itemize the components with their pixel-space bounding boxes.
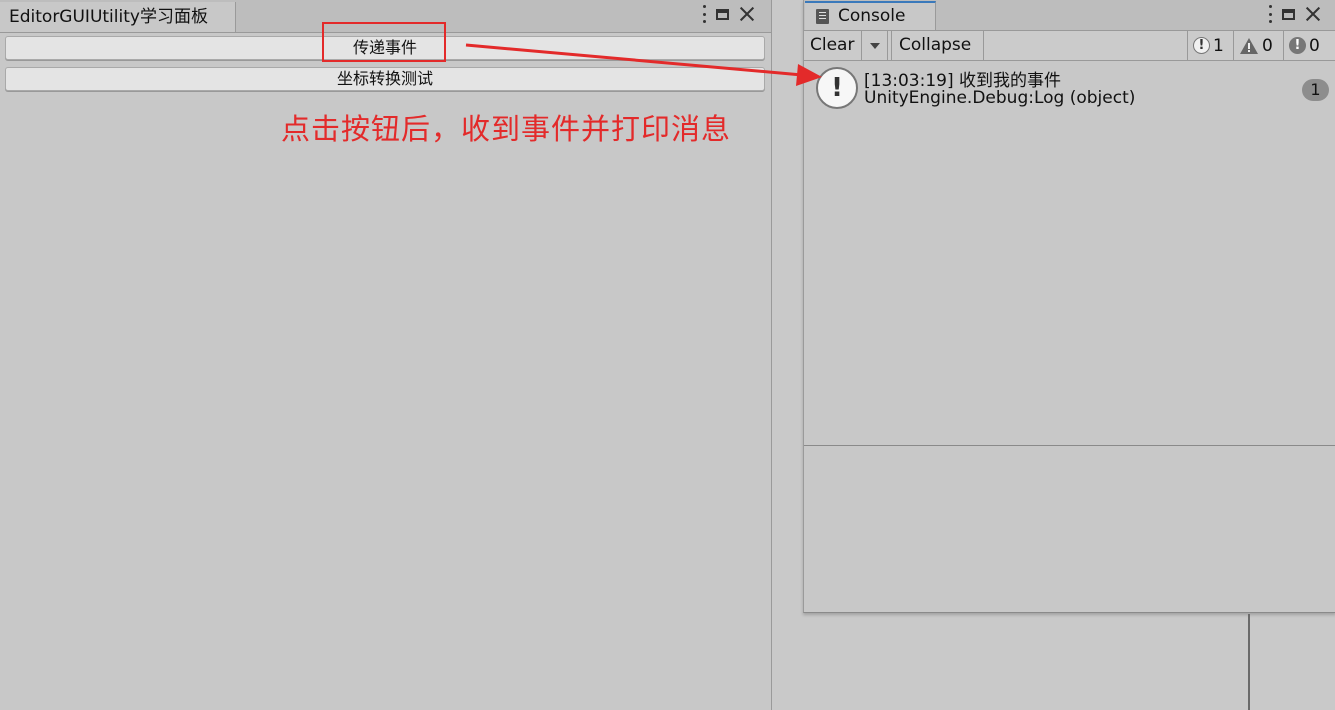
error-count: 0	[1309, 35, 1320, 56]
info-icon: !	[1193, 37, 1210, 54]
error-filter-toggle[interactable]: ! 0	[1283, 31, 1335, 60]
more-options-icon[interactable]	[702, 5, 706, 23]
maximize-icon[interactable]	[1282, 8, 1295, 20]
console-toolbar: Clear Collapse ! 1 0 ! 0	[804, 30, 1335, 61]
clear-button[interactable]: Clear	[804, 31, 862, 60]
window-tab[interactable]: EditorGUIUtility学习面板	[0, 2, 236, 32]
log-list: ! [13:03:19] 收到我的事件 UnityEngine.Debug:Lo…	[804, 62, 1335, 445]
console-tab-label: Console	[838, 6, 906, 26]
console-tab-bar: Console	[804, 0, 1335, 30]
console-window: Console Clear Collapse ! 1 0 ! 0 ! [13:0…	[803, 0, 1335, 613]
info-filter-toggle[interactable]: ! 1	[1187, 31, 1233, 60]
maximize-icon[interactable]	[716, 8, 729, 20]
clear-options-dropdown[interactable]	[862, 31, 888, 60]
window-controls	[702, 5, 755, 23]
log-stack-trace: UnityEngine.Debug:Log (object)	[864, 88, 1136, 108]
chevron-down-icon	[870, 43, 880, 49]
collapse-toggle[interactable]: Collapse	[891, 31, 984, 60]
more-options-icon[interactable]	[1268, 5, 1272, 23]
detail-splitter[interactable]	[804, 445, 1335, 446]
warning-icon	[1240, 37, 1258, 54]
console-tab[interactable]: Console	[805, 1, 936, 30]
warning-filter-toggle[interactable]: 0	[1233, 31, 1283, 60]
close-icon[interactable]	[739, 6, 755, 22]
log-collapse-count: 1	[1302, 79, 1329, 101]
error-icon: !	[1289, 37, 1306, 54]
annotation-highlight-box	[322, 22, 446, 62]
console-icon	[816, 9, 829, 24]
info-log-icon: !	[816, 67, 858, 109]
editor-workspace: EditorGUIUtility学习面板 传递事件 坐标转换测试 点击按钮后，收…	[0, 0, 1335, 710]
background-divider	[1248, 614, 1250, 710]
coordinate-convert-test-button[interactable]: 坐标转换测试	[5, 67, 765, 91]
console-window-controls	[1268, 5, 1321, 23]
info-count: 1	[1213, 35, 1224, 56]
editor-gui-utility-window: EditorGUIUtility学习面板 传递事件 坐标转换测试 点击按钮后，收…	[0, 0, 772, 710]
annotation-text: 点击按钮后，收到事件并打印消息	[281, 112, 732, 146]
warning-count: 0	[1262, 35, 1273, 56]
close-icon[interactable]	[1305, 6, 1321, 22]
